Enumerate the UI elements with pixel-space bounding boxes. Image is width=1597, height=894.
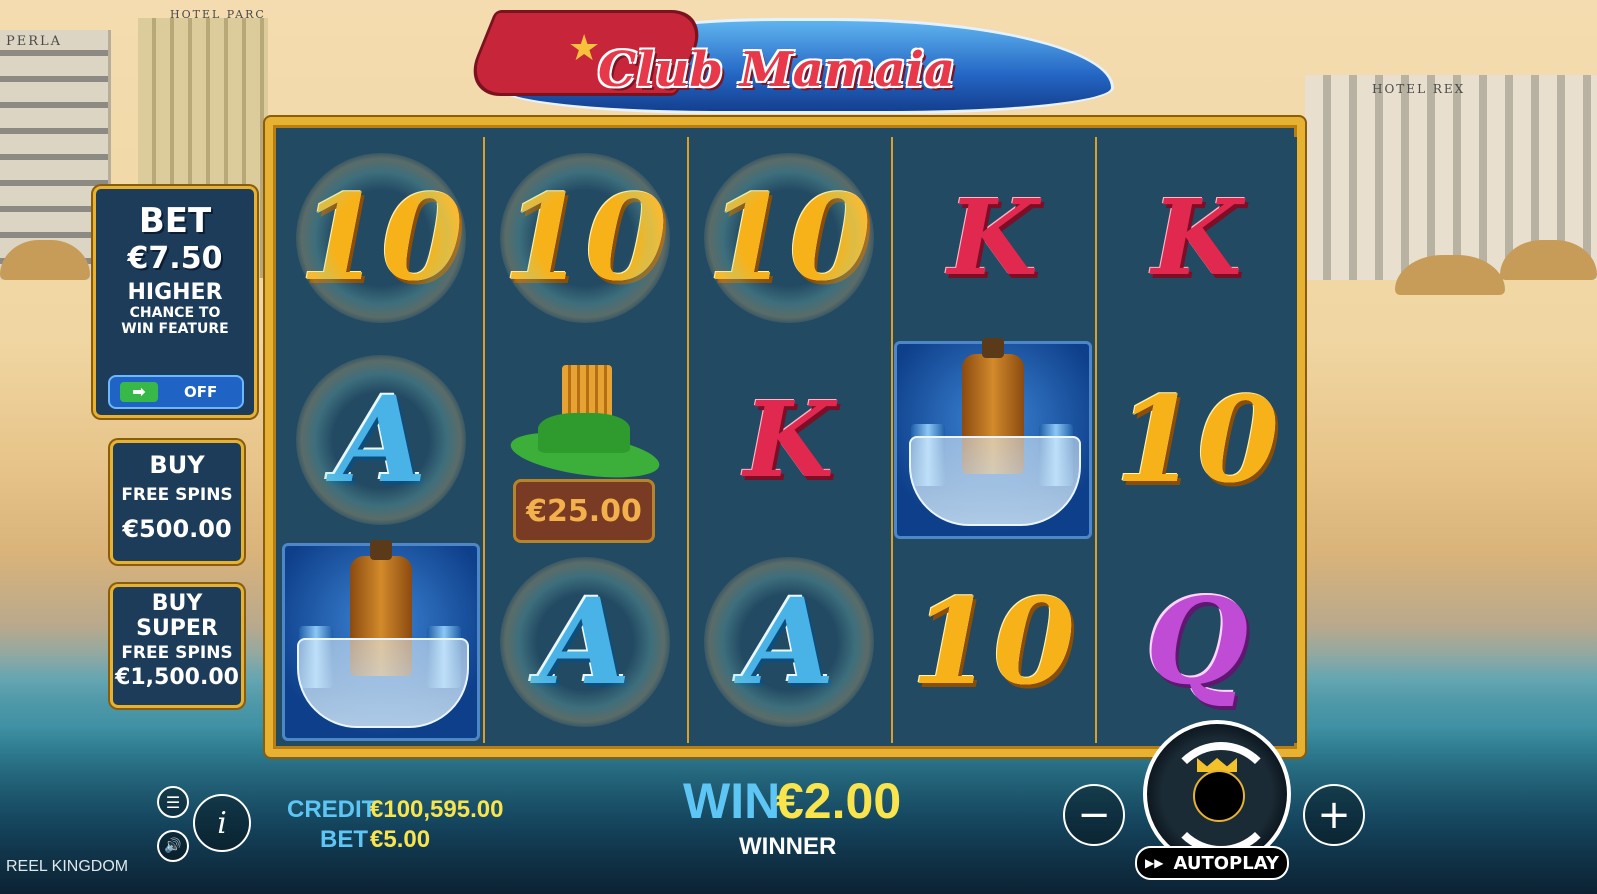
credit-label: CREDIT — [287, 796, 377, 823]
symbol-10: 10 — [1114, 370, 1280, 509]
buy-super-line1: BUY — [151, 591, 203, 616]
reel-symbol: 10 — [281, 137, 481, 339]
ice-bucket-icon — [909, 436, 1081, 526]
ante-bet-panel: BET €7.50 HIGHER CHANCE TO WIN FEATURE ➡… — [93, 186, 257, 418]
menu-icon[interactable]: ☰ — [157, 786, 189, 818]
decrease-bet-button[interactable]: − — [1063, 784, 1125, 846]
buy-super-line3: FREE SPINS — [121, 643, 233, 663]
hotel-parc-sign: HOTEL PARC — [170, 8, 266, 21]
money-value-label: €25.00 — [513, 479, 655, 543]
game-logo: ★ Club Mamaia — [460, 0, 1118, 120]
reel-3: 10 K A — [689, 137, 889, 743]
reel-5: K 10 Q — [1097, 137, 1297, 743]
sparkle-effect — [296, 153, 466, 323]
symbol-K: K — [743, 378, 835, 501]
sparkle-effect — [296, 355, 466, 525]
credit-value: €100,595.00 — [370, 796, 504, 823]
reel-symbol: 10 — [893, 541, 1093, 743]
symbol-bottle-bucket — [894, 338, 1092, 539]
bet-label: BET — [320, 826, 368, 853]
sparkle-effect — [704, 557, 874, 727]
arrow-right-icon: ➡ — [120, 382, 158, 402]
reel-2: 10 €25.00 A — [485, 137, 685, 743]
reel-symbol — [281, 540, 481, 743]
reel-symbol: 10 — [485, 137, 685, 339]
logo-title: Club Mamaia — [598, 42, 956, 98]
reel-1: 10 A — [281, 137, 481, 743]
reel-symbol: K — [893, 137, 1093, 339]
winner-label: WINNER — [739, 833, 837, 860]
star-icon: ★ — [568, 28, 601, 69]
ante-bet-line2: CHANCE TO — [129, 305, 221, 321]
ice-bucket-icon — [297, 638, 469, 728]
reel-4: K 10 — [893, 137, 1093, 743]
brand-label: REEL KINGDOM — [6, 858, 129, 875]
reel-symbol: A — [281, 339, 481, 541]
ante-bet-line1: HIGHER — [127, 280, 223, 305]
reel-symbol: K — [689, 339, 889, 541]
reels-frame: 10 A 10 €25.00 — [265, 117, 1305, 757]
ante-bet-toggle[interactable]: ➡ OFF — [108, 375, 244, 409]
autoplay-button[interactable]: ▶▶ AUTOPLAY — [1135, 846, 1289, 880]
reel-symbol: A — [485, 541, 685, 743]
buy-free-spins-button[interactable]: BUY FREE SPINS €500.00 — [110, 440, 244, 564]
buy-super-free-spins-button[interactable]: BUY SUPER FREE SPINS €1,500.00 — [110, 584, 244, 708]
reel-symbol: K — [1097, 137, 1297, 339]
fast-forward-icon: ▶▶ — [1145, 856, 1164, 870]
reel-symbol — [893, 338, 1093, 541]
symbol-10: 10 — [910, 572, 1076, 711]
ante-bet-toggle-state: OFF — [184, 383, 218, 401]
sparkle-effect — [704, 153, 874, 323]
reel-symbol: Q — [1097, 541, 1297, 743]
ante-bet-amount: €7.50 — [127, 241, 223, 276]
buy-super-price: €1,500.00 — [115, 665, 239, 690]
ante-bet-title: BET — [138, 201, 212, 241]
bet-value: €5.00 — [370, 826, 431, 853]
symbol-K: K — [947, 176, 1039, 299]
buy-free-spins-line1: BUY — [149, 451, 205, 479]
info-icon[interactable]: i — [193, 794, 251, 852]
sparkle-effect — [500, 557, 670, 727]
sparkle-effect — [500, 153, 670, 323]
symbol-bottle-bucket — [282, 540, 480, 741]
hotel-rex-sign: HOTEL REX — [1372, 82, 1466, 96]
symbol-Q: Q — [1145, 572, 1249, 711]
increase-bet-button[interactable]: + — [1303, 784, 1365, 846]
autoplay-label: AUTOPLAY — [1173, 852, 1279, 874]
hotel-perla-sign: PERLA — [6, 34, 63, 49]
buy-free-spins-line2: FREE SPINS — [121, 485, 233, 505]
buy-super-line2: SUPER — [136, 616, 218, 641]
hat-top-icon — [538, 413, 630, 453]
reel-symbol: 10 — [689, 137, 889, 339]
reel-symbol: A — [689, 541, 889, 743]
gorilla-icon — [1193, 770, 1245, 822]
reel-symbol: 10 — [1097, 339, 1297, 541]
symbol-K: K — [1151, 176, 1243, 299]
ante-bet-line3: WIN FEATURE — [121, 321, 229, 337]
win-value: €2.00 — [776, 773, 902, 829]
buy-free-spins-price: €500.00 — [122, 515, 232, 543]
win-label: WIN — [683, 773, 781, 829]
sound-icon[interactable]: 🔊 — [157, 830, 189, 862]
